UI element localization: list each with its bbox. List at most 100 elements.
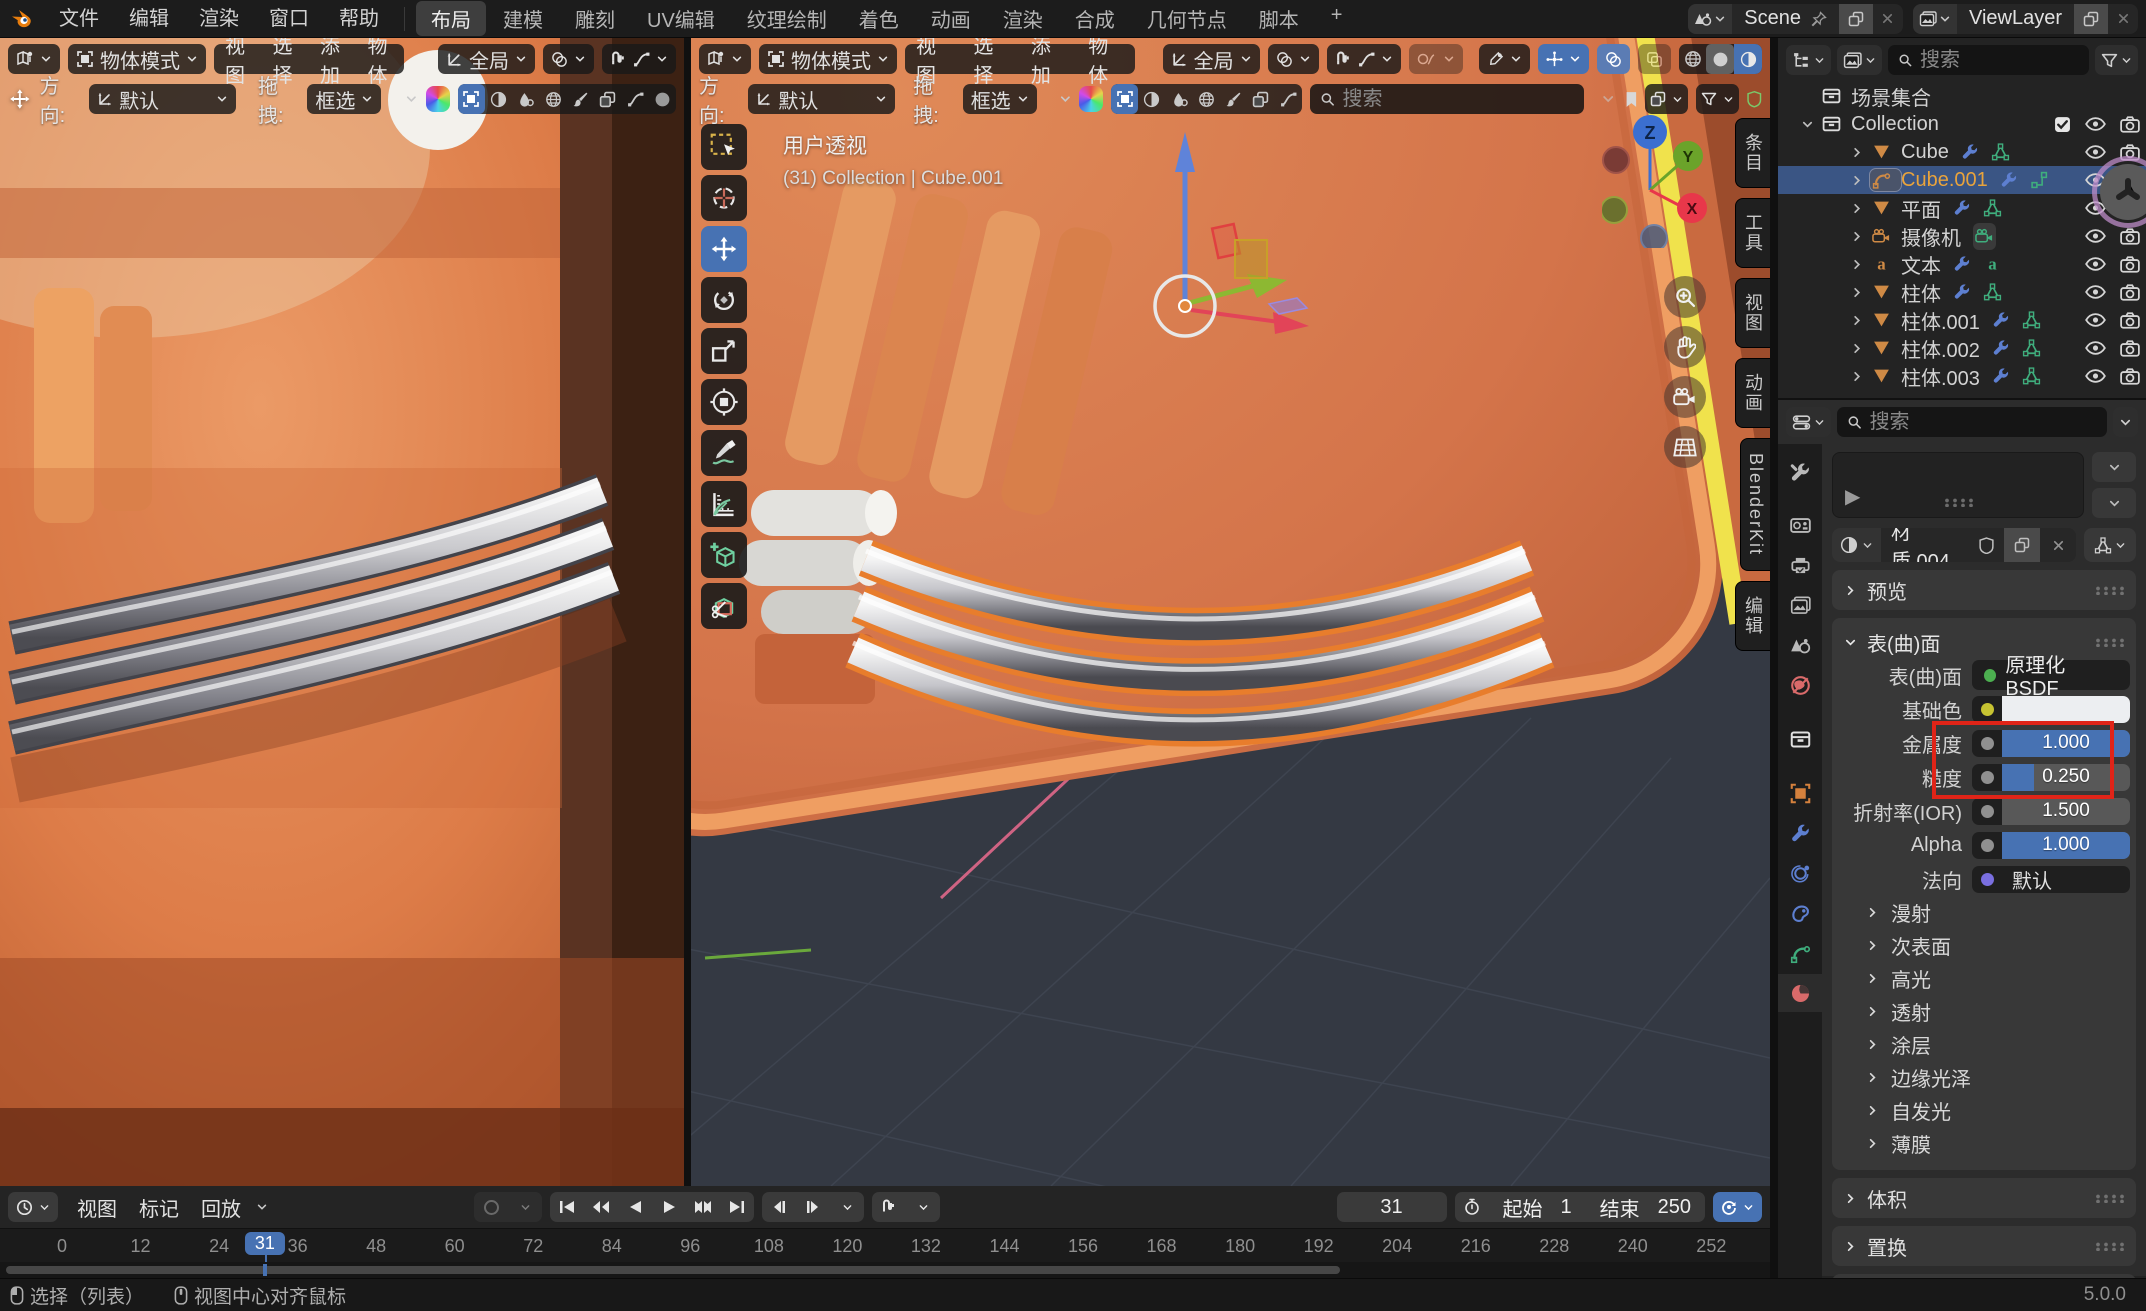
- surface-subsection[interactable]: 透射: [1840, 995, 2128, 1028]
- gradient-sphere-icon[interactable]: [426, 86, 450, 112]
- app-menu-item[interactable]: 窗口: [254, 0, 324, 38]
- blender-logo-icon[interactable]: [0, 7, 44, 31]
- expand-chevron-icon[interactable]: [1844, 370, 1870, 383]
- collapsed-panel[interactable]: 体积: [1832, 1178, 2136, 1218]
- metallic-socket[interactable]: [1972, 730, 2002, 757]
- shield-badge-icon[interactable]: [1747, 90, 1762, 108]
- sidebar-tab[interactable]: 条目: [1735, 118, 1770, 188]
- expand-chevron-icon[interactable]: [1844, 314, 1870, 327]
- viewport-tool-button[interactable]: [701, 226, 747, 272]
- chevron-down-icon[interactable]: [508, 1192, 542, 1222]
- ior-socket[interactable]: [1972, 798, 2002, 825]
- expand-chevron-icon[interactable]: [1844, 202, 1870, 215]
- orientation-selector[interactable]: 全局: [1163, 44, 1260, 74]
- new-material-button[interactable]: [2004, 528, 2040, 562]
- workspace-tab[interactable]: 建模: [488, 1, 558, 36]
- proportional-edit-toggle[interactable]: [1409, 44, 1463, 74]
- globe-icon[interactable]: [1193, 84, 1220, 114]
- outliner-row[interactable]: Cube.001: [1778, 166, 2146, 194]
- droplet-icon[interactable]: [1166, 84, 1193, 114]
- start-frame-field[interactable]: 起始1: [1489, 1192, 1586, 1222]
- unlink-material-button[interactable]: [2040, 528, 2076, 562]
- outliner-row[interactable]: 场景集合: [1778, 82, 2146, 110]
- expand-chevron-icon[interactable]: [1844, 174, 1870, 187]
- outliner-item-label[interactable]: Cube: [1901, 141, 1949, 164]
- outliner-item-label[interactable]: 柱体.002: [1901, 334, 1980, 363]
- surface-subsection[interactable]: 次表面: [1840, 929, 2128, 962]
- viewport-tool-button[interactable]: [701, 277, 747, 323]
- outliner-item-label[interactable]: 场景集合: [1851, 82, 1931, 111]
- viewport-tool-button[interactable]: [701, 124, 747, 170]
- viewport-tool-button[interactable]: [701, 532, 747, 578]
- properties-tab[interactable]: [1778, 974, 1822, 1012]
- alpha-slider[interactable]: 1.000: [2002, 832, 2130, 859]
- properties-tab[interactable]: [1778, 854, 1822, 892]
- properties-tab[interactable]: [1778, 934, 1822, 972]
- checkbox-icon[interactable]: [2054, 116, 2071, 133]
- hide-eye-icon[interactable]: [2085, 369, 2106, 383]
- outliner-row[interactable]: Collection: [1778, 110, 2146, 138]
- sidebar-tab[interactable]: 视图: [1735, 278, 1770, 348]
- outliner-row[interactable]: Cube: [1778, 138, 2146, 166]
- hide-eye-icon[interactable]: [2085, 145, 2106, 159]
- workspace-tab[interactable]: 合成: [1060, 1, 1130, 36]
- sidebar-tab[interactable]: BlenderKit: [1740, 438, 1770, 571]
- outliner-row[interactable]: 摄像机: [1778, 222, 2146, 250]
- zoom-icon[interactable]: [1664, 276, 1706, 318]
- app-menu-item[interactable]: 文件: [44, 0, 114, 38]
- properties-tab[interactable]: [1778, 492, 1822, 504]
- timeline-menu-item[interactable]: 视图: [66, 1193, 128, 1222]
- pivot-selector[interactable]: [1268, 44, 1319, 74]
- halfsphere-icon[interactable]: [485, 84, 512, 114]
- jump-to-start-button[interactable]: [550, 1192, 584, 1222]
- outliner-search[interactable]: [1888, 45, 2089, 75]
- pan-hand-icon[interactable]: [1664, 326, 1706, 368]
- remove-viewlayer-button[interactable]: [2108, 4, 2138, 34]
- outliner-item-label[interactable]: 柱体.001: [1901, 306, 1980, 335]
- outliner-row[interactable]: 柱体.001: [1778, 306, 2146, 334]
- disable-render-icon[interactable]: [2120, 228, 2140, 245]
- expand-chevron-icon[interactable]: [1844, 146, 1870, 159]
- camera-view-icon[interactable]: [1664, 376, 1706, 418]
- viewport-tool-button[interactable]: [701, 481, 747, 527]
- falloff-icon[interactable]: [1275, 84, 1302, 114]
- fake-user-shield-button[interactable]: [1968, 528, 2004, 562]
- magnet-icon[interactable]: [872, 1192, 906, 1222]
- properties-options-button[interactable]: [2113, 407, 2138, 437]
- workspace-tab[interactable]: 着色: [844, 1, 914, 36]
- roughness-socket[interactable]: [1972, 764, 2002, 791]
- workspace-tab[interactable]: UV编辑: [632, 1, 730, 36]
- chevron-down-icon[interactable]: [1059, 92, 1072, 106]
- app-menu-item[interactable]: 编辑: [114, 0, 184, 38]
- viewport-tool-button[interactable]: [701, 379, 747, 425]
- pivot-selector[interactable]: [543, 44, 594, 74]
- sidebar-tab[interactable]: 工具: [1735, 198, 1770, 268]
- current-frame-field[interactable]: 31: [1337, 1192, 1447, 1222]
- disable-render-icon[interactable]: [2120, 116, 2140, 133]
- hide-eye-icon[interactable]: [2085, 313, 2106, 327]
- slot-specials-button[interactable]: [2092, 488, 2136, 518]
- outliner-display-mode-button[interactable]: [1837, 45, 1882, 75]
- scene-selector[interactable]: Scene: [1688, 4, 1903, 34]
- properties-tab[interactable]: [1778, 506, 1822, 544]
- normal-socket[interactable]: [1972, 866, 2002, 893]
- roughness-slider[interactable]: 0.250: [2002, 764, 2130, 791]
- gradient-sphere-icon[interactable]: [1079, 86, 1103, 112]
- viewport-tool-button[interactable]: [701, 430, 747, 476]
- unlink-scene-button[interactable]: [1873, 4, 1903, 34]
- properties-search-input[interactable]: [1870, 411, 2097, 434]
- visibility-filter[interactable]: [1479, 44, 1530, 74]
- workspace-tab[interactable]: 雕刻: [560, 1, 630, 36]
- jump-to-end-button[interactable]: [720, 1192, 754, 1222]
- material-name[interactable]: 材质.004: [1881, 528, 1968, 562]
- snap-selector[interactable]: [602, 44, 676, 74]
- chevron-down-icon[interactable]: [405, 92, 418, 106]
- surface-subsection[interactable]: 高光: [1840, 962, 2128, 995]
- app-menu-item[interactable]: 帮助: [324, 0, 394, 38]
- brush-icon[interactable]: [567, 84, 594, 114]
- mode-selector[interactable]: 物体模式: [68, 44, 206, 74]
- outliner-item-label[interactable]: 柱体.003: [1901, 362, 1980, 391]
- frame-forward-button[interactable]: [796, 1192, 830, 1222]
- workspace-tab[interactable]: 布局: [416, 1, 486, 36]
- disable-render-icon[interactable]: [2120, 312, 2140, 329]
